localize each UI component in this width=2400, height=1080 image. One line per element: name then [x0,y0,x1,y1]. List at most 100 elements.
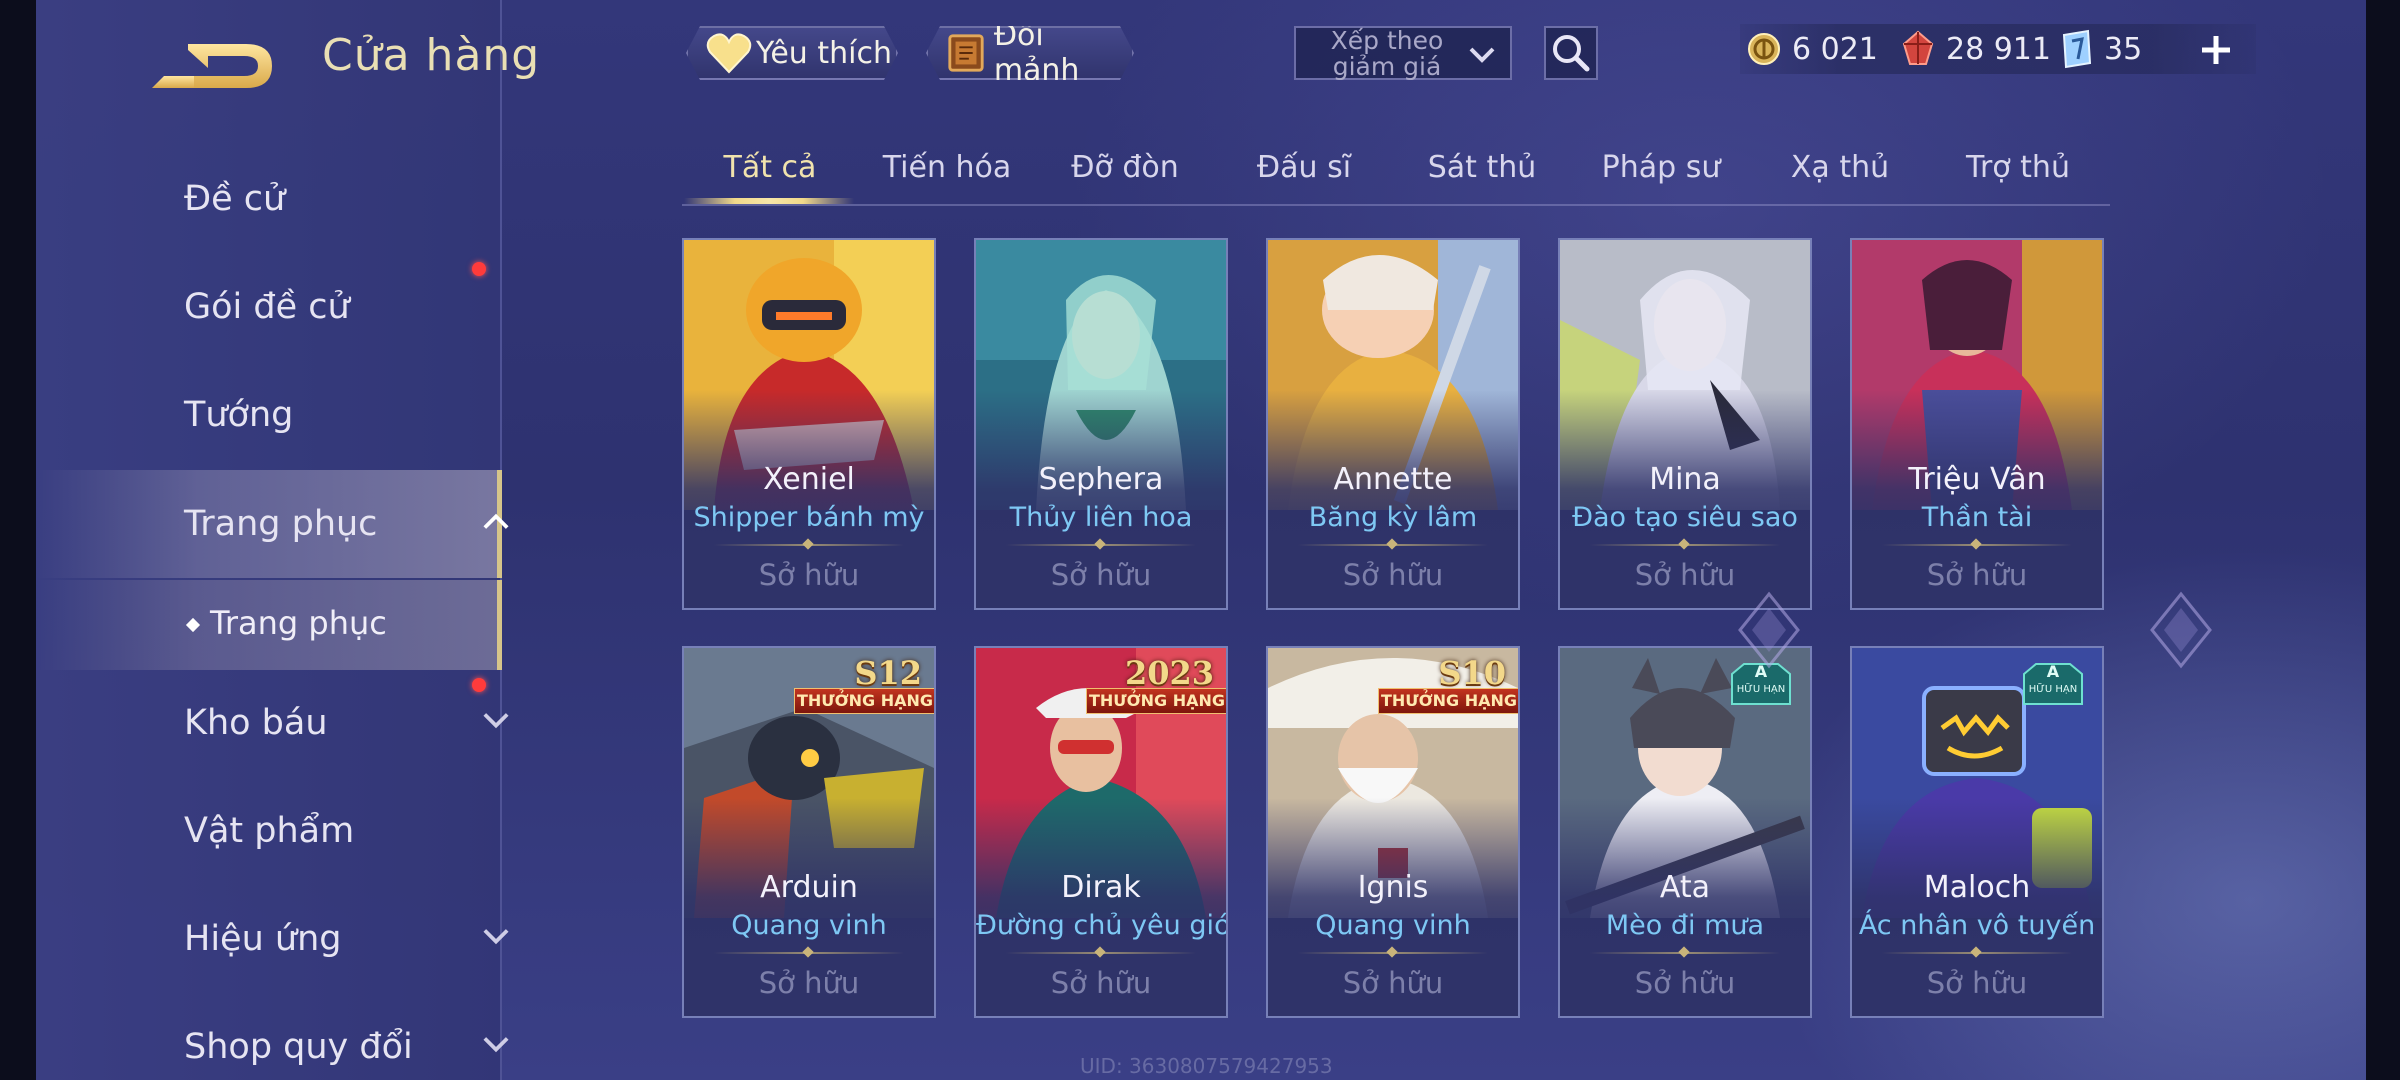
badge-ribbon: THƯỞNG HẠNG [1086,688,1226,714]
top-up-button[interactable] [2198,28,2234,72]
badge-season: S10 [1438,654,1506,692]
gem-ticket-icon [2062,29,2092,69]
sidebar-item-label: Shop quy đổi [184,1027,413,1067]
owned-status: Sở hữu [1342,966,1444,1000]
owned-status: Sở hữu [1050,966,1152,1000]
chevron-down-icon [483,1037,509,1053]
heart-icon [706,32,752,74]
back-button[interactable] [148,30,278,96]
skin-card[interactable]: A HỮU HẠN Maloch Ác nhân vô tuyến Sở hữu [1850,646,2104,1018]
limited-badge-text: HỮU HẠN [2028,684,2078,695]
card-divider [1006,544,1196,546]
screen-edge-right [2366,0,2400,1080]
hero-name: Dirak [1061,870,1141,905]
badge-ribbon: THƯỞNG HẠNG [794,688,934,714]
sidebar-item-treasure[interactable]: Kho báu [36,674,509,772]
tab-marksman[interactable]: Xạ thủ [1772,150,1908,204]
hero-name: Arduin [760,870,858,905]
search-button[interactable] [1544,26,1598,80]
sidebar-item-items[interactable]: Vật phẩm [36,782,502,880]
chevron-down-icon [1469,47,1495,63]
gem-amount: 35 [2104,31,2143,67]
sidebar-item-label: Gói đề cử [184,287,350,327]
card-divider [1882,544,2072,546]
skin-card[interactable]: Sephera Thủy liên hoa Sở hữu [974,238,1228,610]
skin-card[interactable]: Xeniel Shipper bánh mỳ Sở hữu [682,238,936,610]
card-divider [714,952,904,954]
chevron-down-icon [483,929,509,945]
skin-card[interactable]: S10 THƯỞNG HẠNG Ignis Quang vinh Sở hữu [1266,646,1520,1018]
sort-dropdown[interactable]: Xếp theo giảm giá [1294,26,1512,80]
tab-evolution[interactable]: Tiến hóa [870,150,1024,204]
owned-status: Sở hữu [1050,558,1152,592]
notification-dot [472,678,486,692]
sidebar-item-label: Trang phục [184,504,378,544]
skin-card[interactable]: Mina Đào tạo siêu sao Sở hữu [1558,238,1812,610]
gold-amount: 6 021 [1792,31,1878,67]
tab-support[interactable]: Trợ thủ [1950,150,2086,204]
decorative-diamond-icon [1738,591,1800,669]
skin-name: Thần tài [1921,502,2033,533]
favorites-button[interactable]: Yêu thích [686,26,898,80]
search-icon [1553,35,1590,72]
card-divider [1882,952,2072,954]
badge-season: 2023 [1124,654,1214,692]
owned-status: Sở hữu [1926,966,2028,1000]
gem-currency: 35 [2058,24,2142,74]
skin-card[interactable]: A HỮU HẠN Ata Mèo đi mưa Sở hữu [1558,646,1812,1018]
hero-name: Triệu Vân [1908,462,2046,497]
sidebar-item-exchange-shop[interactable]: Shop quy đổi [36,998,509,1080]
skin-name: Băng kỳ lâm [1308,502,1478,533]
tab-fighter[interactable]: Đấu sĩ [1236,150,1372,204]
hero-name: Mina [1649,462,1721,497]
skin-card[interactable]: Annette Băng kỳ lâm Sở hữu [1266,238,1520,610]
tab-mage[interactable]: Pháp sư [1594,150,1728,204]
owned-status: Sở hữu [758,966,860,1000]
sidebar-item-label: Đề cử [184,179,286,219]
tab-tank[interactable]: Đỡ đòn [1052,150,1198,204]
sidebar-subitem-skins[interactable]: Trang phục [36,580,502,670]
sidebar-item-label: Kho báu [184,703,328,743]
voucher-amount: 28 911 [1946,31,2051,67]
decorative-diamond-icon [2150,591,2212,669]
badge-season: S12 [854,654,922,692]
owned-status: Sở hữu [758,558,860,592]
skin-card[interactable]: Triệu Vân Thần tài Sở hữu [1850,238,2104,610]
tab-assassin[interactable]: Sát thủ [1414,150,1550,204]
card-divider [1590,544,1780,546]
owned-status: Sở hữu [1634,558,1736,592]
hero-name: Annette [1333,462,1453,497]
skin-name: Đào tạo siêu sao [1572,502,1798,533]
hero-name: Ata [1659,870,1711,905]
card-divider [1298,544,1488,546]
sidebar-item-label: Tướng [184,395,294,435]
gold-coin-icon [1748,33,1780,65]
page-title: Cửa hàng [322,30,541,81]
tab-all[interactable]: Tất cả [700,150,840,204]
card-divider [1298,952,1488,954]
sidebar-subitem-label: Trang phục [210,604,387,642]
limited-badge-text: HỮU HẠN [1736,684,1786,695]
sidebar-item-recommended-packs[interactable]: Gói đề cử [36,258,502,356]
hero-name: Ignis [1357,870,1429,905]
skin-card[interactable]: 2023 THƯỞNG HẠNG Dirak Đường chủ yêu giớ… [974,646,1228,1018]
sidebar-item-skins[interactable]: Trang phục [36,470,509,578]
favorites-label: Yêu thích [756,35,892,71]
skin-card[interactable]: S12 THƯỞNG HẠNG Arduin Quang vinh Sở hữu [682,646,936,1018]
sidebar-item-heroes[interactable]: Tướng [36,366,502,464]
season-reward-badge: S12 THƯỞNG HẠNG [794,654,934,718]
skin-name: Thủy liên hoa [1009,502,1193,533]
exchange-fragments-button[interactable]: Đổi mảnh [926,26,1134,80]
screen-edge-left [0,0,36,1080]
owned-status: Sở hữu [1926,558,2028,592]
gold-currency: 6 021 [1746,24,1878,74]
skin-name: Đường chủ yêu giới [976,910,1228,941]
sidebar-item-effects[interactable]: Hiệu ứng [36,890,509,988]
fragment-book-icon [946,31,990,75]
sidebar-item-label: Vật phẩm [184,811,355,851]
chevron-down-icon [483,713,509,729]
skin-name: Shipper bánh mỳ [693,502,925,533]
sidebar-item-label: Hiệu ứng [184,919,342,959]
sidebar-item-recommended[interactable]: Đề cử [36,150,502,248]
card-divider [714,544,904,546]
